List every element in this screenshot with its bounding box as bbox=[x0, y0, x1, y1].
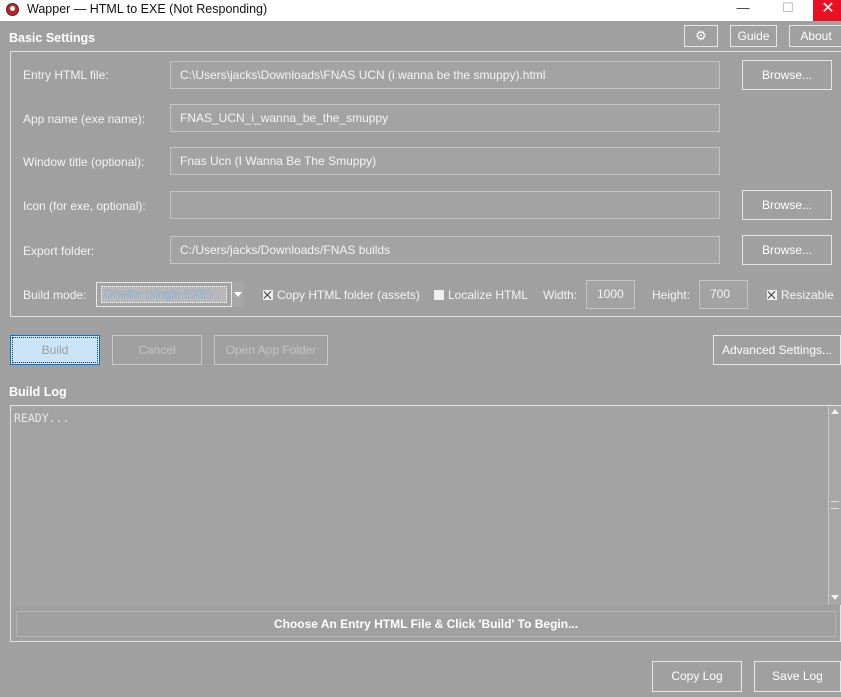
export-browse-button[interactable]: Browse... bbox=[742, 235, 832, 265]
height-label: Height: bbox=[652, 288, 691, 302]
copy-html-label: Copy HTML folder (assets) bbox=[277, 288, 420, 302]
basic-settings-heading: Basic Settings bbox=[9, 31, 96, 45]
resizable-checkbox[interactable]: Resizable bbox=[767, 288, 834, 302]
export-folder-input[interactable]: C:/Users/jacks/Downloads/FNAS builds bbox=[170, 236, 720, 264]
app-name-label: App name (exe name): bbox=[23, 112, 146, 126]
icon-input[interactable] bbox=[170, 191, 720, 219]
entry-html-input[interactable]: C:\Users\jacks\Downloads\FNAS UCN (i wan… bbox=[170, 61, 720, 89]
maximize-button[interactable]: ☐ bbox=[768, 0, 808, 21]
guide-button[interactable]: Guide bbox=[730, 25, 777, 47]
build-mode-value: Onefile (single EXE) bbox=[101, 286, 227, 303]
window-title-input[interactable]: Fnas Ucn (I Wanna Be The Smuppy) bbox=[170, 147, 720, 175]
build-button[interactable]: Build bbox=[10, 335, 100, 365]
build-log-heading: Build Log bbox=[9, 385, 67, 399]
icon-browse-button[interactable]: Browse... bbox=[742, 190, 832, 220]
entry-html-label: Entry HTML file: bbox=[23, 68, 109, 82]
save-log-button[interactable]: Save Log bbox=[754, 661, 841, 692]
checkbox-checked-icon bbox=[263, 290, 273, 300]
scroll-grip-icon[interactable] bbox=[831, 501, 839, 509]
localize-html-checkbox[interactable]: Localize HTML bbox=[434, 288, 528, 302]
cancel-button[interactable]: Cancel bbox=[112, 335, 202, 365]
window-title: Wapper — HTML to EXE (Not Responding) bbox=[27, 2, 268, 16]
window-title-label: Window title (optional): bbox=[23, 155, 145, 169]
scroll-up-arrow-icon[interactable] bbox=[831, 409, 839, 414]
app-logo-icon bbox=[5, 2, 20, 17]
settings-gear-icon[interactable]: ⚙ bbox=[684, 25, 718, 47]
build-mode-label: Build mode: bbox=[23, 288, 87, 302]
copy-log-button[interactable]: Copy Log bbox=[652, 661, 742, 692]
export-folder-label: Export folder: bbox=[23, 244, 95, 258]
minimize-button[interactable]: — bbox=[723, 0, 763, 21]
resizable-label: Resizable bbox=[781, 288, 834, 302]
copy-html-checkbox[interactable]: Copy HTML folder (assets) bbox=[263, 288, 420, 302]
log-scrollbar[interactable] bbox=[828, 406, 841, 605]
icon-label: Icon (for exe, optional): bbox=[23, 199, 146, 213]
width-label: Width: bbox=[543, 288, 578, 302]
basic-settings-group bbox=[10, 51, 841, 317]
checkbox-unchecked-icon bbox=[434, 290, 444, 300]
app-name-input[interactable]: FNAS_UCN_i_wanna_be_the_smuppy bbox=[170, 104, 720, 132]
dropdown-button[interactable] bbox=[231, 282, 244, 307]
advanced-settings-button[interactable]: Advanced Settings... bbox=[713, 335, 841, 365]
open-app-folder-button[interactable]: Open App Folder bbox=[214, 335, 328, 365]
status-bar: Choose An Entry HTML File & Click 'Build… bbox=[16, 611, 836, 637]
about-button[interactable]: About bbox=[789, 25, 841, 47]
close-button[interactable]: ✕ bbox=[813, 0, 841, 21]
checkbox-checked-icon bbox=[767, 290, 777, 300]
build-log-textarea[interactable]: READY... bbox=[11, 406, 828, 605]
height-input[interactable]: 700 bbox=[699, 280, 748, 309]
build-mode-select[interactable]: Onefile (single EXE) bbox=[96, 282, 244, 307]
localize-html-label: Localize HTML bbox=[448, 288, 529, 302]
width-input[interactable]: 1000 bbox=[586, 280, 635, 309]
entry-browse-button[interactable]: Browse... bbox=[742, 60, 832, 90]
chevron-down-icon bbox=[234, 292, 242, 297]
build-log-text: READY... bbox=[14, 411, 70, 425]
scroll-down-arrow-icon[interactable] bbox=[831, 595, 839, 600]
